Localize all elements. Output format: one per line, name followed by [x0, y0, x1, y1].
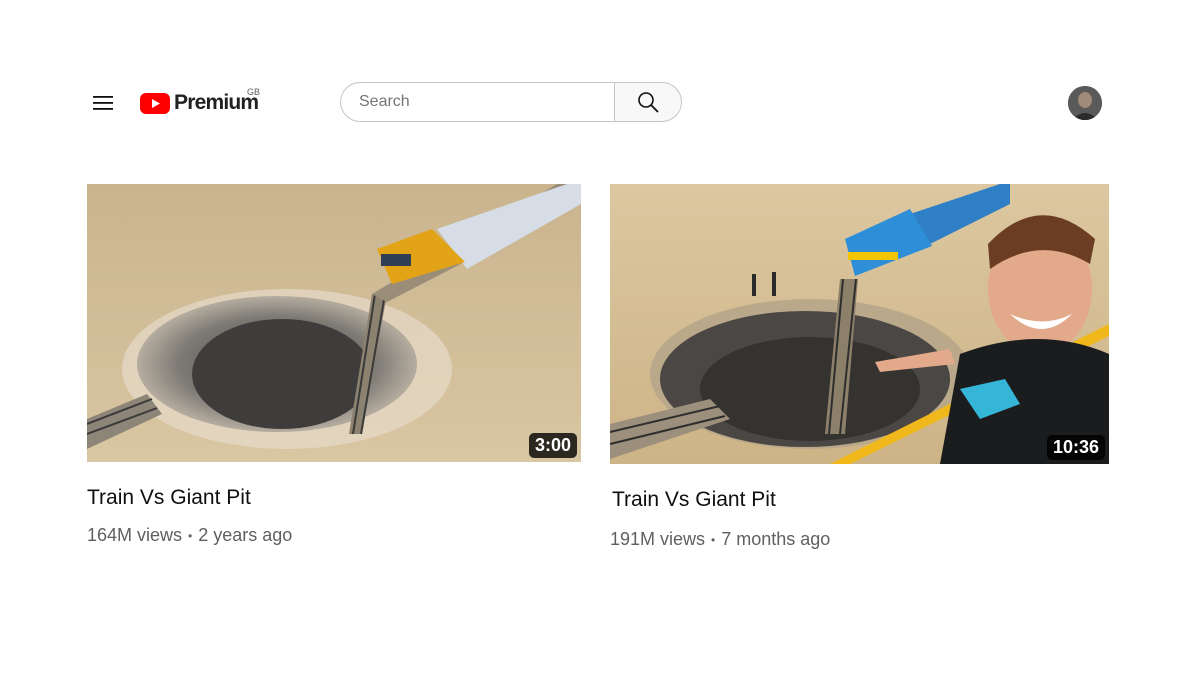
view-count: 164M views: [87, 525, 183, 545]
video-card[interactable]: 10:36 Train Vs Giant Pit 191M views • 7 mo…: [610, 184, 1109, 564]
avatar-image: [1068, 86, 1102, 120]
thumbnail-image: [610, 184, 1109, 464]
video-title[interactable]: Train Vs Giant Pit: [612, 488, 776, 512]
youtube-premium-logo[interactable]: Premium: [140, 88, 259, 118]
search-box: [340, 82, 614, 122]
thumbnail-image: [87, 184, 581, 462]
search-input[interactable]: [357, 92, 601, 112]
view-count: 191M views: [610, 529, 706, 549]
video-metadata: 191M views • 7 months ago: [610, 529, 830, 550]
search-button[interactable]: [614, 82, 682, 122]
youtube-logo-icon: [140, 92, 170, 114]
search-icon: [638, 92, 659, 113]
region-code: GB: [247, 87, 261, 97]
video-metadata: 164M views • 2 years ago: [87, 525, 292, 546]
video-card[interactable]: 3:00 Train Vs Giant Pit 164M views • 2 yea…: [87, 184, 581, 564]
avatar[interactable]: [1068, 86, 1102, 120]
video-duration: 3:00: [528, 433, 577, 458]
separator: •: [188, 529, 193, 544]
video-thumbnail[interactable]: 3:00: [87, 184, 581, 462]
video-duration: 10:36: [1046, 435, 1105, 460]
upload-age: 7 months ago: [721, 529, 831, 549]
logo-text: Premium: [174, 91, 259, 114]
menu-button[interactable]: [88, 88, 118, 118]
menu-icon: [93, 96, 113, 110]
separator: •: [711, 533, 716, 548]
video-title[interactable]: Train Vs Giant Pit: [87, 486, 251, 510]
upload-age: 2 years ago: [198, 525, 293, 545]
video-thumbnail[interactable]: 10:36: [610, 184, 1109, 464]
